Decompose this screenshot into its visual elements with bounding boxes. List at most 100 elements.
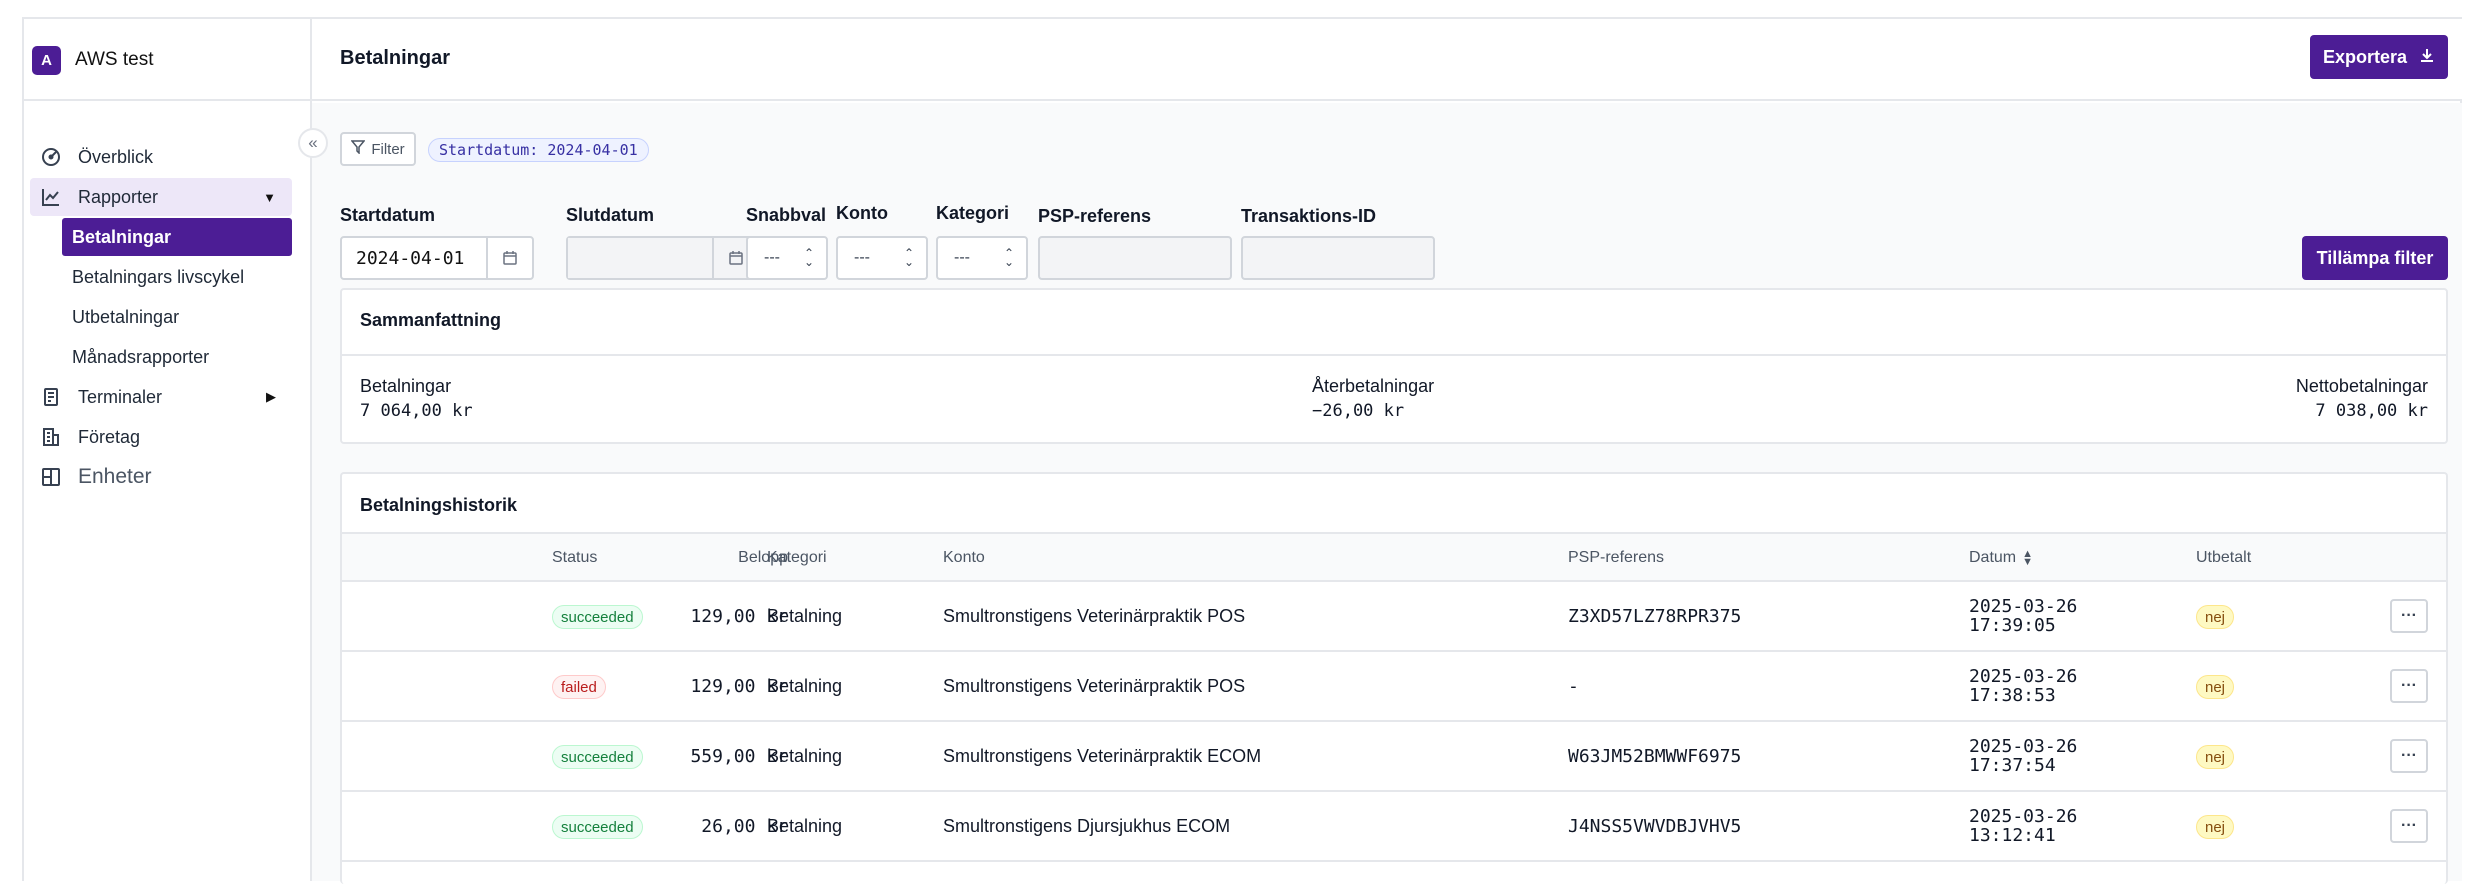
date-cell: 2025-03-26 13:12:41 <box>1969 807 2077 845</box>
paid-out-badge: nej <box>2196 815 2235 839</box>
active-filter-chip[interactable]: Startdatum: 2024-04-01 <box>428 138 649 162</box>
summary-refunds-label: Återbetalningar <box>1312 376 1435 396</box>
quick-select-label: Snabbval <box>746 205 827 225</box>
main-content: Filter Startdatum: 2024-04-01 Startdatum… <box>312 103 2462 884</box>
more-icon: ··· <box>2401 677 2417 694</box>
column-header-account[interactable]: Konto <box>943 549 985 567</box>
summary-net-label: Nettobetalningar <box>2295 376 2428 396</box>
collapse-sidebar-button[interactable]: « <box>298 128 328 158</box>
filter-button[interactable]: Filter <box>340 132 416 166</box>
page-title: Betalningar <box>340 47 451 69</box>
psp-reference-input[interactable] <box>1038 236 1232 280</box>
row-actions-button[interactable]: ··· <box>2390 669 2428 703</box>
account-cell: Smultronstigens Veterinärpraktik ECOM <box>943 746 1262 766</box>
filter-button-label: Filter <box>371 140 405 158</box>
quick-select-dropdown[interactable]: --- ⌃ ⌄ <box>746 236 828 280</box>
date-value: 2025-03-26 <box>1969 666 2078 687</box>
page-header: Betalningar Exportera <box>312 19 2462 101</box>
chart-line-icon <box>40 186 62 208</box>
sidebar-item-overview[interactable]: Överblick <box>30 138 292 176</box>
calendar-icon[interactable] <box>488 238 532 278</box>
sidebar-item-devices[interactable]: Enheter <box>30 458 292 496</box>
payment-history-card: Betalningshistorik Belopp Status Kategor… <box>340 472 2448 884</box>
gauge-icon <box>40 146 62 168</box>
date-cell: 2025-03-26 17:38:53 <box>1969 667 2077 705</box>
caret-down-icon: ▼ <box>263 189 276 205</box>
chevron-up-down-icon: ⌃ ⌄ <box>903 246 914 269</box>
table-row[interactable]: 26,00 kr succeeded Betalning Smultronsti… <box>342 792 2446 862</box>
transaction-id-input[interactable] <box>1241 236 1435 280</box>
more-icon: ··· <box>2401 607 2417 624</box>
sidebar-subitem-payouts[interactable]: Utbetalningar <box>62 298 292 336</box>
summary-payments-label: Betalningar <box>360 376 452 396</box>
sidebar-subitem-payment-lifecycle[interactable]: Betalningars livscykel <box>62 258 292 296</box>
category-cell: Betalning <box>767 606 843 626</box>
apply-filter-button[interactable]: Tillämpa filter <box>2302 236 2448 280</box>
row-actions-button[interactable]: ··· <box>2390 599 2428 633</box>
account-label: Konto <box>836 203 888 223</box>
export-button[interactable]: Exportera <box>2310 35 2448 79</box>
sidebar-item-terminals[interactable]: Terminaler ▶ <box>30 378 292 416</box>
table-row[interactable]: 129,00 kr succeeded Betalning Smultronst… <box>342 582 2446 652</box>
chevron-up-down-icon: ⌃ ⌄ <box>803 246 814 269</box>
more-icon: ··· <box>2401 747 2417 764</box>
psp-reference-cell: Z3XD57LZ78RPR375 <box>1568 606 1742 627</box>
row-actions-button[interactable]: ··· <box>2390 809 2428 843</box>
brand[interactable]: A AWS test <box>32 43 153 77</box>
more-icon: ··· <box>2401 817 2417 834</box>
table-row[interactable]: 559,00 kr succeeded Betalning Smultronst… <box>342 722 2446 792</box>
caret-right-icon: ▶ <box>266 389 276 404</box>
start-date-input[interactable]: 2024-04-01 <box>340 236 534 280</box>
download-icon <box>2419 47 2435 68</box>
time-value: 17:37:54 <box>1969 755 2056 776</box>
summary-card: Sammanfattning Betalningar 7 064,00 kr Å… <box>340 288 2448 444</box>
status-badge: succeeded <box>552 745 643 769</box>
category-label: Kategori <box>936 203 1010 223</box>
brand-name: AWS test <box>75 49 154 70</box>
summary-net-value: 7 038,00 kr <box>2315 401 2428 421</box>
column-header-status[interactable]: Status <box>552 549 597 567</box>
category-dropdown[interactable]: --- ⌃ ⌄ <box>936 236 1028 280</box>
sidebar-item-label: Överblick <box>78 146 154 167</box>
time-value: 13:12:41 <box>1969 825 2056 846</box>
device-icon <box>40 466 62 488</box>
sidebar-subitem-monthly-reports[interactable]: Månadsrapporter <box>62 338 292 376</box>
date-cell: 2025-03-26 17:39:05 <box>1969 597 2077 635</box>
paid-out-badge: nej <box>2196 745 2235 769</box>
sidebar-item-label: Enheter <box>78 465 152 488</box>
time-value: 17:38:53 <box>1969 685 2056 706</box>
category-cell: Betalning <box>767 676 843 696</box>
sidebar-item-label: Rapporter <box>78 186 159 207</box>
start-date-value: 2024-04-01 <box>342 238 488 278</box>
sidebar-item-label: Terminaler <box>78 386 163 407</box>
sidebar-item-companies[interactable]: Företag <box>30 418 292 456</box>
psp-reference-cell: J4NSS5VWVDBJVHV5 <box>1568 816 1742 837</box>
summary-payments-value: 7 064,00 kr <box>360 401 473 421</box>
row-actions-button[interactable]: ··· <box>2390 739 2428 773</box>
account-dropdown[interactable]: --- ⌃ ⌄ <box>836 236 928 280</box>
sidebar-subitem-label: Betalningars livscykel <box>72 266 245 287</box>
column-header-category[interactable]: Kategori <box>767 549 827 567</box>
account-cell: Smultronstigens Djursjukhus ECOM <box>943 816 1231 836</box>
column-header-date[interactable]: Datum ▲ ▼ <box>1969 549 2033 568</box>
time-value: 17:39:05 <box>1969 615 2056 636</box>
brand-logo: A <box>32 45 61 75</box>
sidebar-item-reports[interactable]: Rapporter ▼ <box>30 178 292 216</box>
column-header-paid-out[interactable]: Utbetalt <box>2196 549 2251 567</box>
psp-reference-cell: W63JM52BMWWF6975 <box>1568 746 1742 767</box>
building-icon <box>40 426 62 448</box>
summary-refunds-value: −26,00 kr <box>1312 401 1405 421</box>
date-value: 2025-03-26 <box>1969 736 2078 757</box>
divider <box>24 99 310 101</box>
column-header-psp-reference[interactable]: PSP-referens <box>1568 549 1664 567</box>
app-frame: A AWS test Överblick Rapporter ▼ Betalni… <box>22 17 2462 884</box>
sidebar-subitem-label: Betalningar <box>72 226 172 247</box>
table-row[interactable]: 129,00 kr failed Betalning Smultronstige… <box>342 652 2446 722</box>
category-cell: Betalning <box>767 746 843 766</box>
paid-out-badge: nej <box>2196 675 2235 699</box>
end-date-input[interactable] <box>566 236 760 280</box>
sidebar: A AWS test Överblick Rapporter ▼ Betalni… <box>24 19 312 881</box>
sidebar-subitem-payments[interactable]: Betalningar <box>62 218 292 256</box>
status-badge: succeeded <box>552 815 643 839</box>
status-badge: succeeded <box>552 605 643 629</box>
